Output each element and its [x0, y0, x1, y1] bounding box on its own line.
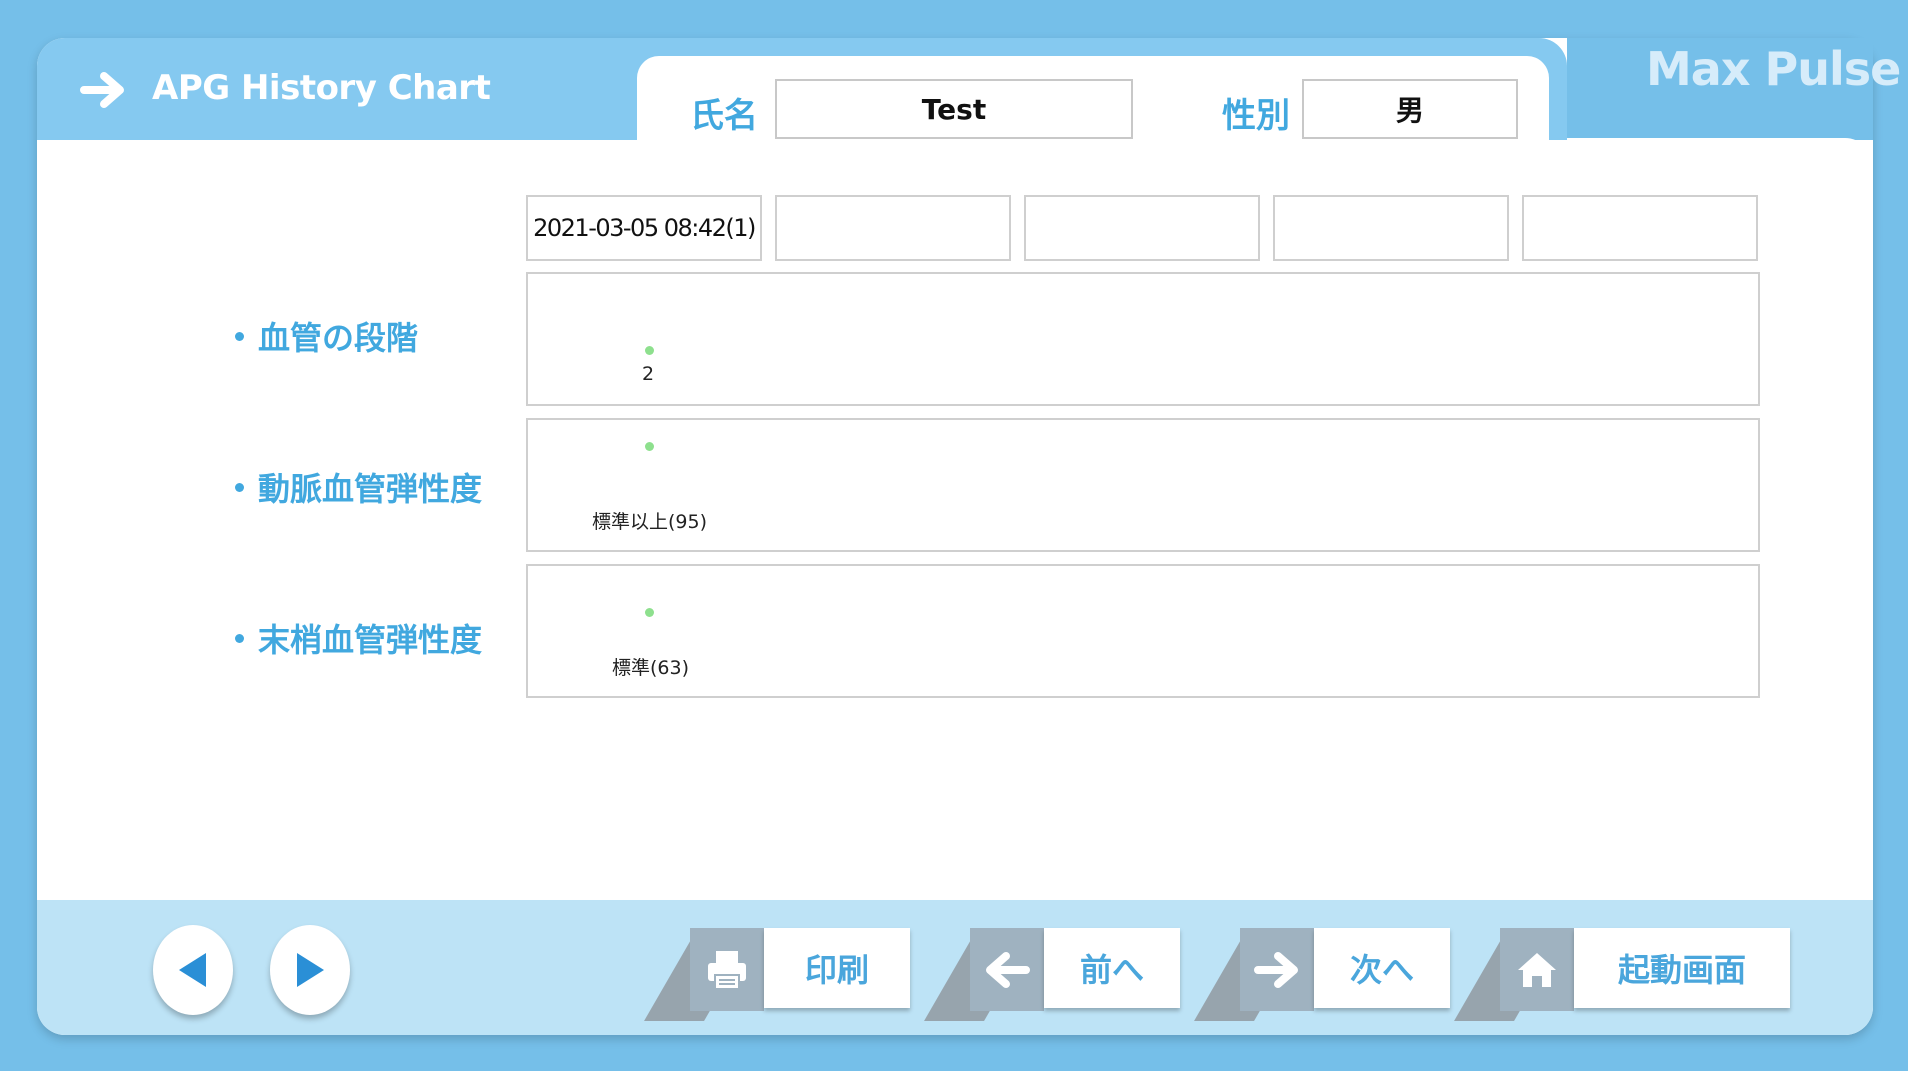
data-point-marker [645, 346, 654, 355]
page-prev-button[interactable] [153, 925, 233, 1015]
bullet-icon [235, 331, 244, 341]
print-icon-box [690, 928, 764, 1011]
date-cell-2[interactable] [775, 195, 1011, 261]
row-label-peripheral-elasticity: 末梢血管弾性度 [235, 615, 482, 661]
home-button[interactable]: 起動画面 [1454, 928, 1790, 1021]
next-icon-box [1240, 928, 1314, 1011]
data-point-marker [645, 608, 654, 617]
triangle-right-icon [297, 953, 324, 987]
home-label: 起動画面 [1574, 928, 1790, 1008]
prev-button[interactable]: 前へ [924, 928, 1180, 1021]
arterial-elasticity-value: 標準以上(95) [592, 511, 708, 533]
gender-label: 性別 [1222, 96, 1290, 136]
date-cell-5[interactable] [1522, 195, 1758, 261]
arrow-left-icon [986, 951, 1030, 988]
arrow-right-icon [1254, 951, 1298, 988]
page-title: APG History Chart [152, 68, 491, 108]
home-icon-box [1500, 928, 1574, 1011]
row-label-text: 血管の段階 [258, 319, 419, 357]
print-button[interactable]: 印刷 [644, 928, 910, 1021]
arrow-right-icon [80, 72, 124, 108]
next-button[interactable]: 次へ [1194, 928, 1450, 1021]
brand-logo: Max Pulse [1646, 42, 1901, 96]
name-label: 氏名 [690, 96, 758, 136]
row-label-text: 動脈血管弾性度 [258, 470, 483, 508]
row-label-arterial-elasticity: 動脈血管弾性度 [235, 464, 482, 510]
triangle-left-icon [179, 953, 206, 987]
printer-icon [708, 950, 746, 990]
name-field: Test [775, 79, 1133, 139]
peripheral-elasticity-value: 標準(63) [612, 657, 690, 679]
card-corner [1567, 138, 1873, 178]
print-label: 印刷 [764, 928, 910, 1008]
row-label-text: 末梢血管弾性度 [258, 621, 483, 659]
peripheral-elasticity-panel: 標準(63) [526, 564, 1760, 698]
row-label-vascular-stage: 血管の段階 [235, 313, 418, 359]
data-point-marker [645, 442, 654, 451]
arterial-elasticity-panel: 標準以上(95) [526, 418, 1760, 552]
date-cell-3[interactable] [1024, 195, 1260, 261]
bullet-icon [235, 482, 244, 492]
home-icon [1518, 952, 1556, 987]
bullet-icon [235, 633, 244, 643]
date-cell-1[interactable]: 2021-03-05 08:42(1) [526, 195, 762, 261]
vascular-stage-value: 2 [642, 363, 655, 385]
prev-label: 前へ [1044, 928, 1180, 1008]
gender-field: 男 [1302, 79, 1518, 139]
date-cell-4[interactable] [1273, 195, 1509, 261]
next-label: 次へ [1314, 928, 1450, 1008]
vascular-stage-panel: 2 [526, 272, 1760, 406]
prev-icon-box [970, 928, 1044, 1011]
page-next-button[interactable] [270, 925, 350, 1015]
